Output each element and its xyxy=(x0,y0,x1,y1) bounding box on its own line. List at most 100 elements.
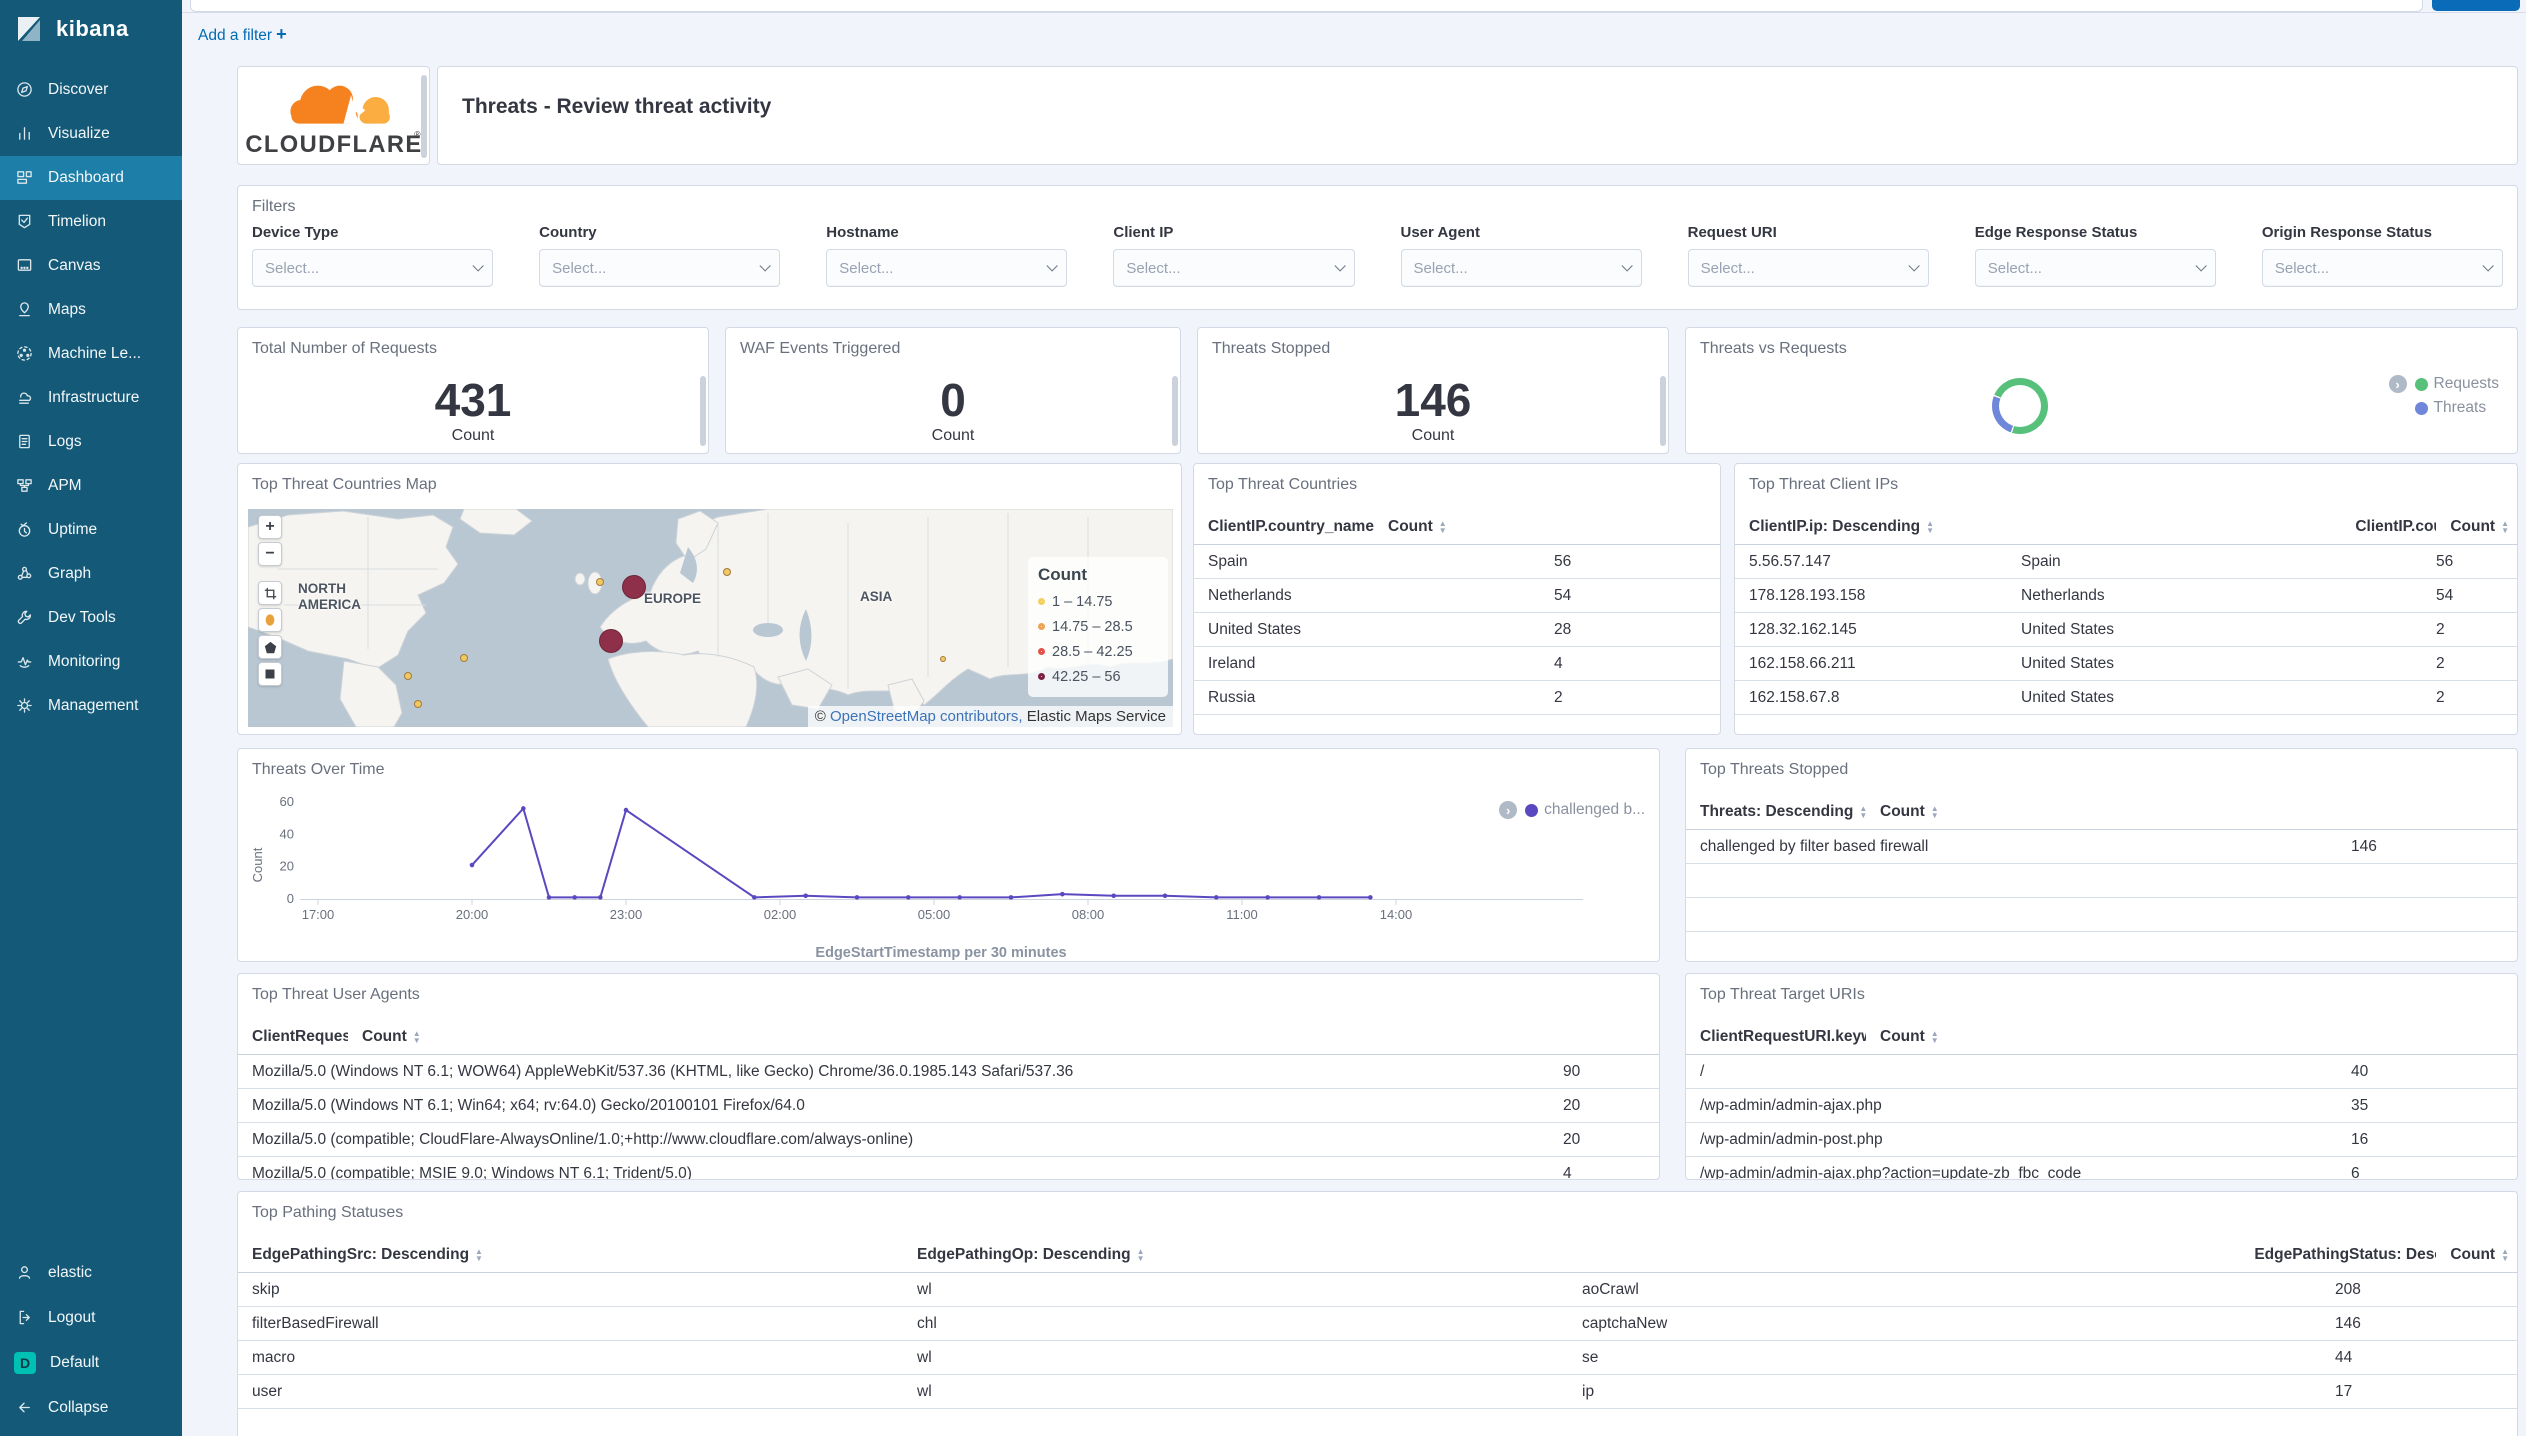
sidebar-footer-item[interactable]: D Default xyxy=(0,1340,182,1385)
legend-label: challenged b... xyxy=(1544,801,1645,818)
column-header[interactable]: Count ▲ ▼ xyxy=(348,1020,429,1054)
plus-icon: + xyxy=(276,24,287,44)
scrollbar[interactable] xyxy=(1172,376,1178,446)
column-header[interactable]: Threats: Descending ▲▼ xyxy=(1686,795,1866,829)
legend-item[interactable]: Requests xyxy=(2414,375,2499,393)
filter-select[interactable]: Select... xyxy=(1687,249,1929,287)
crop-tool-button[interactable] xyxy=(258,581,282,605)
dashboard-title-panel: Threats - Review threat activity xyxy=(437,66,2518,165)
count-cell xyxy=(2321,1420,2517,1432)
pathing-status-cell xyxy=(1568,1420,2321,1432)
legend-range-label: 42.25 – 56 xyxy=(1052,668,1121,685)
filter-label: User Agent xyxy=(1400,224,1480,241)
legend-dot xyxy=(2414,401,2428,415)
scrollbar[interactable] xyxy=(1660,376,1666,446)
zoom-out-button[interactable]: − xyxy=(258,542,282,566)
kibana-logo[interactable]: kibana xyxy=(0,0,182,54)
polygon-tool-button[interactable] xyxy=(258,635,282,659)
threats-vs-requests-panel: Threats vs Requests › Requests Threats xyxy=(1685,327,2518,454)
oval-tool-button[interactable] xyxy=(258,608,282,632)
sidebar-footer-item[interactable]: Logout xyxy=(0,1295,182,1340)
filter-select[interactable]: Select... xyxy=(539,249,781,287)
column-header[interactable]: EdgePathingStatus: Descending ▲▼ xyxy=(2240,1238,2436,1272)
table-row: Mozilla/5.0 (Windows NT 6.1; Win64; x64;… xyxy=(238,1089,1659,1123)
select-placeholder: Select... xyxy=(1987,259,2042,277)
legend-dot xyxy=(1525,803,1539,817)
legend-item[interactable]: Threats xyxy=(2414,399,2499,417)
filter-group: Edge Response Status Select... xyxy=(1974,224,2216,287)
filters-panel: Filters Device Type Select... Country Se… xyxy=(237,185,2518,310)
update-button-stub[interactable] xyxy=(2432,0,2520,11)
column-header[interactable]: ClientIP.country_name: Descending ▲▼ xyxy=(1194,510,1374,544)
legend-toggle-icon[interactable]: › xyxy=(1499,801,1518,819)
sidebar-item[interactable]: Monitoring xyxy=(0,640,182,684)
filter-select[interactable]: Select... xyxy=(826,249,1068,287)
column-header[interactable]: ClientRequestURI.keyword: Descending ▲▼ xyxy=(1686,1020,1866,1054)
sidebar-item[interactable]: Management xyxy=(0,684,182,728)
column-header[interactable]: ClientIP.country_name: Descending ▲▼ xyxy=(2341,510,2436,544)
zoom-in-button[interactable]: + xyxy=(258,515,282,539)
legend-dot xyxy=(1038,673,1045,680)
column-header[interactable]: Count ▲ ▼ xyxy=(1866,1020,1947,1054)
sidebar-item[interactable]: Discover xyxy=(0,68,182,112)
panel-title: Threats vs Requests xyxy=(1700,340,1847,357)
scrollbar[interactable] xyxy=(700,376,706,446)
panel-title: Threats Over Time xyxy=(252,761,385,778)
column-header[interactable]: EdgePathingOp: Descending ▲ ▼ xyxy=(903,1238,2240,1272)
query-input-stub[interactable] xyxy=(190,0,2423,12)
column-header[interactable]: EdgePathingSrc: Descending ▲ ▼ xyxy=(238,1238,903,1272)
donut-chart[interactable] xyxy=(1992,378,2048,434)
filter-select[interactable]: Select... xyxy=(2261,249,2503,287)
column-header[interactable]: ClientIP.ip: Descending ▲ ▼ xyxy=(1735,510,2341,544)
sidebar-item[interactable]: Uptime xyxy=(0,508,182,552)
top-threat-target-uris-panel: Top Threat Target URIs ClientRequestURI.… xyxy=(1685,973,2518,1180)
sidebar-item[interactable]: Dev Tools xyxy=(0,596,182,640)
sidebar-item[interactable]: Visualize xyxy=(0,112,182,156)
add-filter-link[interactable]: Add a filter + xyxy=(198,24,287,45)
filter-group: Device Type Select... xyxy=(252,224,494,287)
osm-link[interactable]: OpenStreetMap contributors, xyxy=(830,708,1023,725)
column-header[interactable]: Count ▲ ▼ xyxy=(2436,510,2517,544)
sidebar-item[interactable]: Infrastructure xyxy=(0,376,182,420)
sidebar-item[interactable]: Timelion xyxy=(0,200,182,244)
metric-panel: WAF Events Triggered 0 Count xyxy=(725,327,1181,454)
rect-tool-button[interactable] xyxy=(258,662,282,686)
chevron-down-icon xyxy=(1046,260,1059,272)
column-header[interactable]: Count ▲ ▼ xyxy=(1866,795,1947,829)
count-cell: 35 xyxy=(2351,1096,2369,1114)
legend-toggle-icon[interactable]: › xyxy=(2388,375,2407,393)
map-bubble xyxy=(414,700,422,708)
sidebar-item[interactable]: Dashboard xyxy=(0,156,182,200)
table-row: /wp-admin/admin-post.php 16 xyxy=(1686,1123,2517,1157)
sidebar-item[interactable]: Machine Le... xyxy=(0,332,182,376)
sidebar-footer-icon xyxy=(16,1399,34,1417)
filter-label: Country xyxy=(539,224,597,241)
cloudflare-logo-panel: CLOUDFLARE ® xyxy=(237,66,430,165)
column-header[interactable]: Count ▲ ▼ xyxy=(1374,510,1455,544)
filter-select[interactable]: Select... xyxy=(1400,249,1642,287)
metric-value: 431 xyxy=(434,374,512,426)
world-map[interactable]: NORTH AMERICA EUROPE ASIA + − Count 1 – … xyxy=(248,509,1173,727)
filter-select[interactable]: Select... xyxy=(252,249,494,287)
sidebar-footer-item[interactable]: Collapse xyxy=(0,1385,182,1430)
sidebar-item[interactable]: APM xyxy=(0,464,182,508)
svg-text:14:00: 14:00 xyxy=(1380,907,1413,922)
sidebar-item[interactable]: Logs xyxy=(0,420,182,464)
scrollbar[interactable] xyxy=(421,75,427,158)
filter-select[interactable]: Select... xyxy=(1974,249,2216,287)
dashboard-main: Add a filter + CLOUDFLARE ® Threats - Rev… xyxy=(182,0,2526,1436)
filter-label: Request URI xyxy=(1687,224,1777,241)
line-chart[interactable]: 17:00 20:00 23:00 02:00 05:00 08:00 11:00 14:00… xyxy=(238,785,1638,962)
pathing-op-cell: wl xyxy=(917,1348,932,1366)
filter-label: Edge Response Status xyxy=(1974,224,2138,241)
sidebar-item[interactable]: Canvas xyxy=(0,244,182,288)
filter-select[interactable]: Select... xyxy=(1113,249,1355,287)
count-cell: 56 xyxy=(2436,552,2454,570)
legend-item[interactable]: challenged b... xyxy=(1525,801,1645,819)
sidebar-footer-item[interactable]: elastic xyxy=(0,1250,182,1295)
chevron-down-icon xyxy=(472,260,484,272)
sidebar-item[interactable]: Maps xyxy=(0,288,182,332)
column-header[interactable]: Count ▲ ▼ xyxy=(2436,1238,2517,1272)
sidebar-item[interactable]: Graph xyxy=(0,552,182,596)
column-header[interactable]: ClientRequestUserAgent.keyword: Descendi… xyxy=(238,1020,348,1054)
